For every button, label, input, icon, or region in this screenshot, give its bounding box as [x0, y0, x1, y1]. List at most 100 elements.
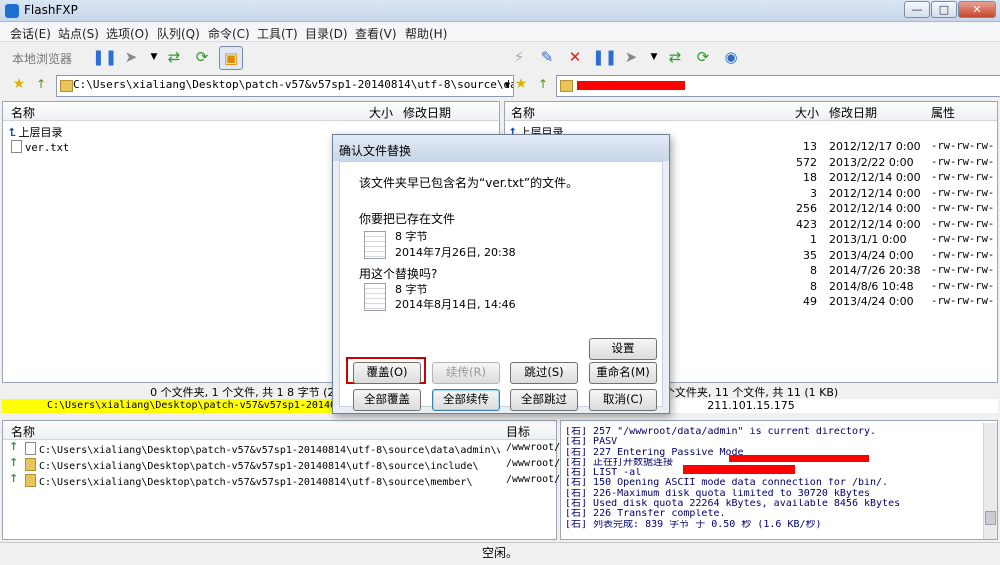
file-icon: [364, 231, 386, 259]
column-date[interactable]: 修改日期: [829, 104, 877, 121]
resume-button[interactable]: 续传(R): [432, 362, 500, 384]
disconnect-icon[interactable]: ✎: [536, 46, 558, 68]
folder-icon: [60, 80, 73, 92]
menu-sites[interactable]: 站点(S): [58, 25, 99, 42]
scrollbar-thumb[interactable]: [985, 511, 996, 525]
column-size[interactable]: 大小: [369, 104, 393, 121]
file-size: 35: [803, 248, 817, 262]
file-attributes: -rw-rw-rw-: [931, 233, 995, 245]
column-target[interactable]: 目标: [506, 423, 530, 440]
right-address-bar: ★ ↑ ▼: [502, 73, 1000, 97]
file-date: 2013/1/1 0:00: [829, 233, 907, 246]
menu-tools[interactable]: 工具(T): [257, 25, 298, 42]
file-attributes: -rw-rw-rw-: [931, 279, 995, 292]
settings-button[interactable]: 设置: [589, 338, 657, 360]
file-size: 8: [810, 279, 817, 293]
star-icon[interactable]: ★: [8, 73, 30, 95]
chevron-down-icon[interactable]: ▼: [643, 46, 665, 68]
parent-dir-icon: ⮤: [9, 126, 16, 139]
status-bar: 空闲。: [0, 542, 1000, 562]
local-browser-button[interactable]: 本地浏览器: [6, 49, 78, 68]
column-date[interactable]: 修改日期: [403, 104, 451, 121]
folder-icon: [25, 458, 36, 471]
chevron-down-icon[interactable]: ▼: [143, 46, 165, 68]
menu-queue[interactable]: 队列(Q): [157, 25, 200, 42]
rename-button[interactable]: 重命名(M): [589, 362, 657, 384]
folder-icon: [25, 474, 36, 487]
abort-icon[interactable]: ✕: [564, 46, 586, 68]
existing-size: 8 字节: [395, 230, 428, 243]
transfer-icon[interactable]: ➤: [120, 46, 142, 68]
file-date: 2012/12/17 0:00: [829, 140, 921, 153]
refresh-icon[interactable]: ⟳: [191, 46, 213, 68]
menu-session[interactable]: 会话(E): [10, 25, 51, 42]
connect-icon[interactable]: ⚡: [508, 46, 530, 68]
up-folder-icon[interactable]: ↑: [30, 73, 52, 95]
transfer-icon[interactable]: ➤: [620, 46, 642, 68]
local-view-icon[interactable]: ▣: [219, 46, 243, 70]
file-size: 8: [810, 264, 817, 277]
file-icon: [25, 442, 36, 455]
column-size[interactable]: 大小: [795, 104, 819, 121]
menu-options[interactable]: 选项(O): [106, 25, 149, 42]
log-line: [右] 226 Transfer complete.: [565, 509, 726, 520]
new-size: 8 字节: [395, 283, 428, 296]
file-attributes: -rw-rw-rw-: [931, 171, 995, 183]
resume-all-button[interactable]: 全部续传: [432, 389, 500, 411]
pause-icon[interactable]: ❚❚: [592, 46, 617, 68]
column-name[interactable]: 名称: [511, 104, 535, 121]
file-size: 18: [803, 171, 817, 184]
file-date: 2012/12/14 0:00: [829, 202, 921, 215]
file-attributes: -rw-rw-rw-: [931, 217, 995, 230]
minimize-button[interactable]: —: [904, 1, 930, 18]
log-lines: [右] 257 "/wwwroot/data/admin" is current…: [565, 427, 980, 539]
log-line: [右] 257 "/wwwroot/data/admin" is current…: [565, 427, 877, 437]
column-name[interactable]: 名称: [11, 104, 35, 121]
queue-row[interactable]: ↑ C:\Users\xialiang\Desktop\patch-v57&v57…: [3, 440, 560, 457]
cancel-button[interactable]: 取消(C): [589, 389, 657, 411]
file-date: 2013/2/22 0:00: [829, 155, 914, 169]
menu-commands[interactable]: 命令(C): [208, 25, 250, 42]
queue-path: C:\Users\xialiang\Desktop\patch-v57&v57s…: [39, 445, 500, 456]
file-icon: [364, 283, 386, 311]
maximize-button[interactable]: □: [931, 1, 957, 18]
file-attributes: -rw-rw-rw-: [931, 140, 995, 152]
refresh-icon[interactable]: ⟳: [692, 46, 714, 68]
file-date: 2012/12/14 0:00: [829, 171, 921, 184]
queue-row[interactable]: ↑ C:\Users\xialiang\Desktop\patch-v57&v57…: [3, 472, 560, 489]
file-date: 2013/4/24 0:00: [829, 248, 914, 262]
left-path-input[interactable]: C:\Users\xialiang\Desktop\patch-v57&v57s…: [56, 75, 514, 97]
window-title: FlashFXP: [24, 3, 78, 17]
file-attributes: -rw-rw-rw-: [931, 202, 995, 214]
compare-icon[interactable]: ⇄: [664, 46, 686, 68]
column-attributes[interactable]: 属性: [931, 104, 955, 121]
skip-all-button[interactable]: 全部跳过: [510, 389, 578, 411]
globe-icon[interactable]: ◉: [720, 46, 742, 68]
file-date: 2014/8/6 10:48: [829, 279, 914, 293]
dialog-message: 该文件夹早已包含名为“ver.txt”的文件。: [359, 176, 579, 190]
menu-help[interactable]: 帮助(H): [405, 25, 447, 42]
pause-icon[interactable]: ❚❚: [92, 46, 117, 68]
log-line: [右] 226-Maximum disk quota limited to 30…: [565, 488, 871, 499]
compare-icon[interactable]: ⇄: [163, 46, 185, 68]
skip-button[interactable]: 跳过(S): [510, 362, 578, 384]
left-path-text: C:\Users\xialiang\Desktop\patch-v57&v57s…: [73, 78, 513, 91]
upload-arrow-icon: ↑: [9, 456, 19, 469]
column-name[interactable]: 名称: [11, 423, 35, 440]
queue-path: C:\Users\xialiang\Desktop\patch-v57&v57s…: [39, 461, 479, 472]
star-icon[interactable]: ★: [510, 73, 532, 95]
log-scrollbar[interactable]: [983, 423, 997, 539]
file-attributes: -rw-rw-rw-: [931, 186, 995, 199]
menu-directory[interactable]: 目录(D): [305, 25, 348, 42]
log-line: [右] PASV: [565, 437, 618, 448]
new-date: 2014年8月14日, 14:46: [395, 298, 516, 311]
file-date: 2012/12/14 0:00: [829, 217, 921, 231]
up-folder-icon[interactable]: ↑: [532, 73, 554, 95]
close-button[interactable]: ✕: [958, 1, 996, 18]
overwrite-button[interactable]: 覆盖(O): [353, 362, 421, 384]
menu-view[interactable]: 查看(V): [355, 25, 397, 42]
right-path-input[interactable]: ▼: [556, 75, 1000, 97]
overwrite-all-button[interactable]: 全部覆盖: [353, 389, 421, 411]
queue-row[interactable]: ↑ C:\Users\xialiang\Desktop\patch-v57&v57…: [3, 456, 560, 473]
log-line: [右] 150 Opening ASCII mode data connecti…: [565, 478, 889, 489]
